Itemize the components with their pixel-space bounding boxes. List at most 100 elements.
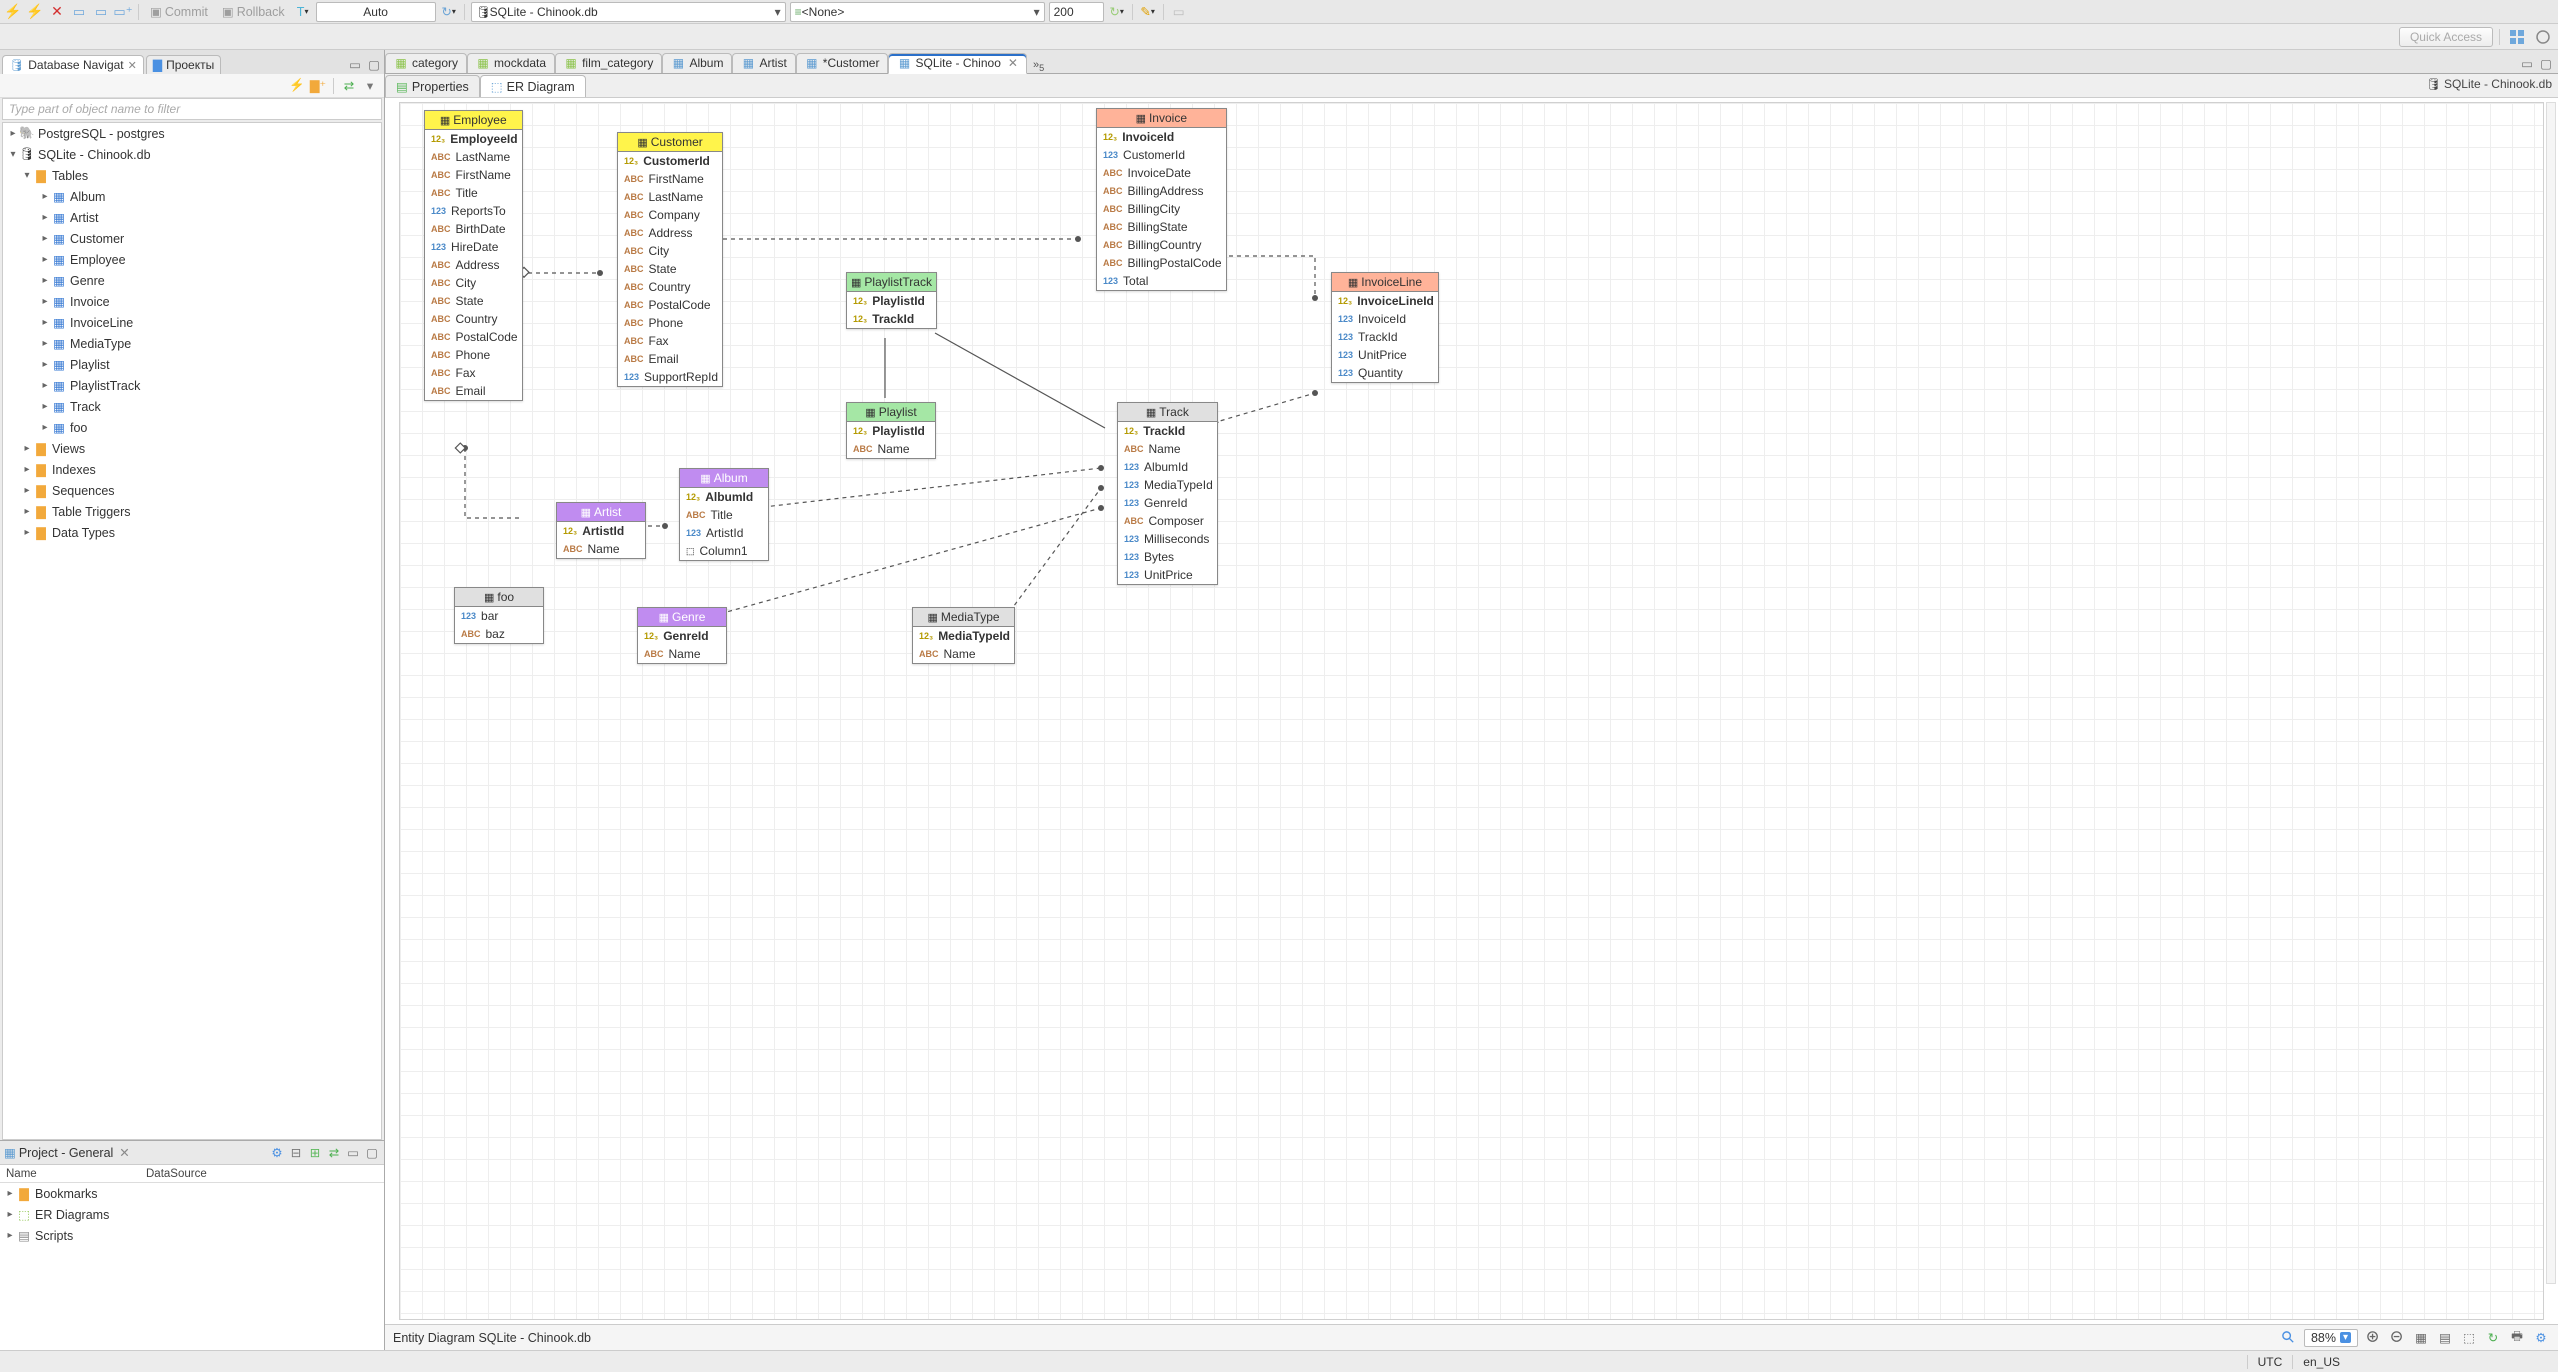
tree-node-triggers[interactable]: ▸▇Table Triggers (3, 501, 381, 522)
folder-new-icon[interactable]: ▇⁺ (310, 78, 326, 94)
timezone-cell[interactable]: UTC (2247, 1355, 2293, 1369)
column-row[interactable]: ABCFirstName (618, 170, 722, 188)
tree-node-tables[interactable]: ▾▇Tables (3, 165, 381, 186)
column-row[interactable]: 12₃EmployeeId (425, 130, 522, 148)
txn-mode-icon[interactable]: T▾ (294, 3, 312, 21)
history-icon[interactable]: ↻▾ (440, 3, 458, 21)
sql-editor-icon[interactable]: ▭ (70, 3, 88, 21)
minimize-icon[interactable]: ▭ (2519, 55, 2535, 71)
column-row[interactable]: 123AlbumId (1118, 458, 1217, 476)
column-row[interactable]: ABCBillingAddress (1097, 182, 1226, 200)
search-icon[interactable] (2280, 1329, 2298, 1347)
column-row[interactable]: ABCPostalCode (425, 328, 522, 346)
column-row[interactable]: ABCState (425, 292, 522, 310)
column-row[interactable]: 123ReportsTo (425, 202, 522, 220)
column-row[interactable]: ABCAddress (425, 256, 522, 274)
editor-tab[interactable]: ▦Album (662, 53, 732, 73)
column-row[interactable]: 12₃CustomerId (618, 152, 722, 170)
filter-input[interactable] (2, 98, 382, 120)
close-icon[interactable]: ✕ (1008, 56, 1018, 70)
entity-genre[interactable]: ▦Genre12₃GenreIdABCName (637, 607, 727, 664)
column-row[interactable]: ABCBirthDate (425, 220, 522, 238)
connect-icon[interactable]: ⚡ (4, 3, 22, 21)
refresh-proj-icon[interactable]: ⇄ (326, 1145, 342, 1161)
column-row[interactable]: 123UnitPrice (1332, 346, 1438, 364)
new-sql-icon[interactable]: ▭⁺ (114, 3, 132, 21)
tree-node-datatypes[interactable]: ▸▇Data Types (3, 522, 381, 543)
editor-tab[interactable]: ▦category (385, 53, 467, 73)
column-row[interactable]: ABCTitle (680, 506, 768, 524)
close-icon[interactable]: ✕ (119, 1145, 129, 1160)
column-row[interactable]: ABCFax (618, 332, 722, 350)
column-row[interactable]: 123InvoiceId (1332, 310, 1438, 328)
tree-node-postgres[interactable]: ▸🐘PostgreSQL - postgres (3, 123, 381, 144)
project-item[interactable]: ▸▤Scripts (0, 1225, 384, 1246)
highlight-icon[interactable]: ✎▾ (1139, 3, 1157, 21)
column-row[interactable]: ⬚Column1 (680, 542, 768, 560)
column-row[interactable]: 123Total (1097, 272, 1226, 290)
column-row[interactable]: ABCComposer (1118, 512, 1217, 530)
gear-icon[interactable]: ⚙ (269, 1145, 285, 1161)
column-row[interactable]: 12₃TrackId (1118, 422, 1217, 440)
minimize-icon[interactable]: ▭ (345, 1145, 361, 1161)
disconnect-icon[interactable]: ✕ (48, 3, 66, 21)
column-row[interactable]: ABCPhone (425, 346, 522, 364)
column-row[interactable]: 12₃GenreId (638, 627, 726, 645)
grid-icon[interactable]: ▤ (2436, 1329, 2454, 1347)
editor-tab[interactable]: ▦*Customer (796, 53, 889, 73)
column-row[interactable]: ABCBillingCity (1097, 200, 1226, 218)
export-icon[interactable]: ⬚ (2460, 1329, 2478, 1347)
tree-node-table[interactable]: ▸▦Employee (3, 249, 381, 270)
more-tabs-indicator[interactable]: »5 (1033, 59, 1044, 73)
column-row[interactable]: ABCEmail (618, 350, 722, 368)
column-row[interactable]: ABCName (847, 440, 935, 458)
column-row[interactable]: ABCInvoiceDate (1097, 164, 1226, 182)
entity-album[interactable]: ▦Album12₃AlbumIdABCTitle123ArtistId⬚Colu… (679, 468, 769, 561)
column-row[interactable]: ABCCity (425, 274, 522, 292)
column-row[interactable]: ABCPhone (618, 314, 722, 332)
commit-button[interactable]: ▣Commit (145, 2, 213, 22)
print-icon[interactable]: 🖶 (2508, 1329, 2526, 1347)
connect2-icon[interactable]: ⚡ (26, 3, 44, 21)
tree-node-table[interactable]: ▸▦Genre (3, 270, 381, 291)
tree-node-table[interactable]: ▸▦Invoice (3, 291, 381, 312)
column-row[interactable]: 12₃PlaylistId (847, 292, 936, 310)
rollback-button[interactable]: ▣Rollback (217, 2, 290, 22)
entity-invoice[interactable]: ▦Invoice12₃InvoiceId123CustomerIdABCInvo… (1096, 108, 1227, 291)
tree-node-table[interactable]: ▸▦Customer (3, 228, 381, 249)
column-row[interactable]: ABCState (618, 260, 722, 278)
tree-node-sqlite[interactable]: ▾🛢SQLite - Chinook.db (3, 144, 381, 165)
entity-mediatype[interactable]: ▦MediaType12₃MediaTypeIdABCName (912, 607, 1015, 664)
column-row[interactable]: 12₃TrackId (847, 310, 936, 328)
column-row[interactable]: ABCBillingPostalCode (1097, 254, 1226, 272)
entity-foo[interactable]: ▦foo123barABCbaz (454, 587, 544, 644)
column-row[interactable]: 12₃ArtistId (557, 522, 645, 540)
entity-artist[interactable]: ▦Artist12₃ArtistIdABCName (556, 502, 646, 559)
column-row[interactable]: 123Quantity (1332, 364, 1438, 382)
column-row[interactable]: 12₃InvoiceLineId (1332, 292, 1438, 310)
tree-node-table[interactable]: ▸▦MediaType (3, 333, 381, 354)
column-row[interactable]: 123Bytes (1118, 548, 1217, 566)
entity-track[interactable]: ▦Track12₃TrackIdABCName123AlbumId123Medi… (1117, 402, 1218, 585)
connection-combo[interactable]: 🛢 SQLite - Chinook.db▾ (471, 2, 786, 22)
subtab-er-diagram[interactable]: ⬚ER Diagram (480, 75, 586, 97)
column-row[interactable]: 123Milliseconds (1118, 530, 1217, 548)
refresh-nav-icon[interactable]: ⇄ (341, 78, 357, 94)
tree-node-sequences[interactable]: ▸▇Sequences (3, 480, 381, 501)
refresh-icon[interactable]: ↻▾ (1108, 3, 1126, 21)
rows-limit-input[interactable]: 200 (1049, 2, 1104, 22)
entity-customer[interactable]: ▦Customer12₃CustomerIdABCFirstNameABCLas… (617, 132, 723, 387)
layout-icon[interactable]: ▦ (2412, 1329, 2430, 1347)
column-row[interactable]: ABCLastName (425, 148, 522, 166)
column-row[interactable]: ABCCountry (618, 278, 722, 296)
column-row[interactable]: 123MediaTypeId (1118, 476, 1217, 494)
perspective-other-icon[interactable] (2532, 26, 2554, 48)
column-row[interactable]: ABCLastName (618, 188, 722, 206)
refresh-diagram-icon[interactable]: ↻ (2484, 1329, 2502, 1347)
entity-invoiceline[interactable]: ▦InvoiceLine12₃InvoiceLineId123InvoiceId… (1331, 272, 1439, 383)
editor-tab[interactable]: ▦SQLite - Chinoo✕ (888, 53, 1026, 74)
connect-small-icon[interactable]: ⚡ (289, 78, 305, 94)
column-row[interactable]: ABCBillingCountry (1097, 236, 1226, 254)
expand-icon[interactable]: ⊞ (307, 1145, 323, 1161)
project-item[interactable]: ▸⬚ER Diagrams (0, 1204, 384, 1225)
